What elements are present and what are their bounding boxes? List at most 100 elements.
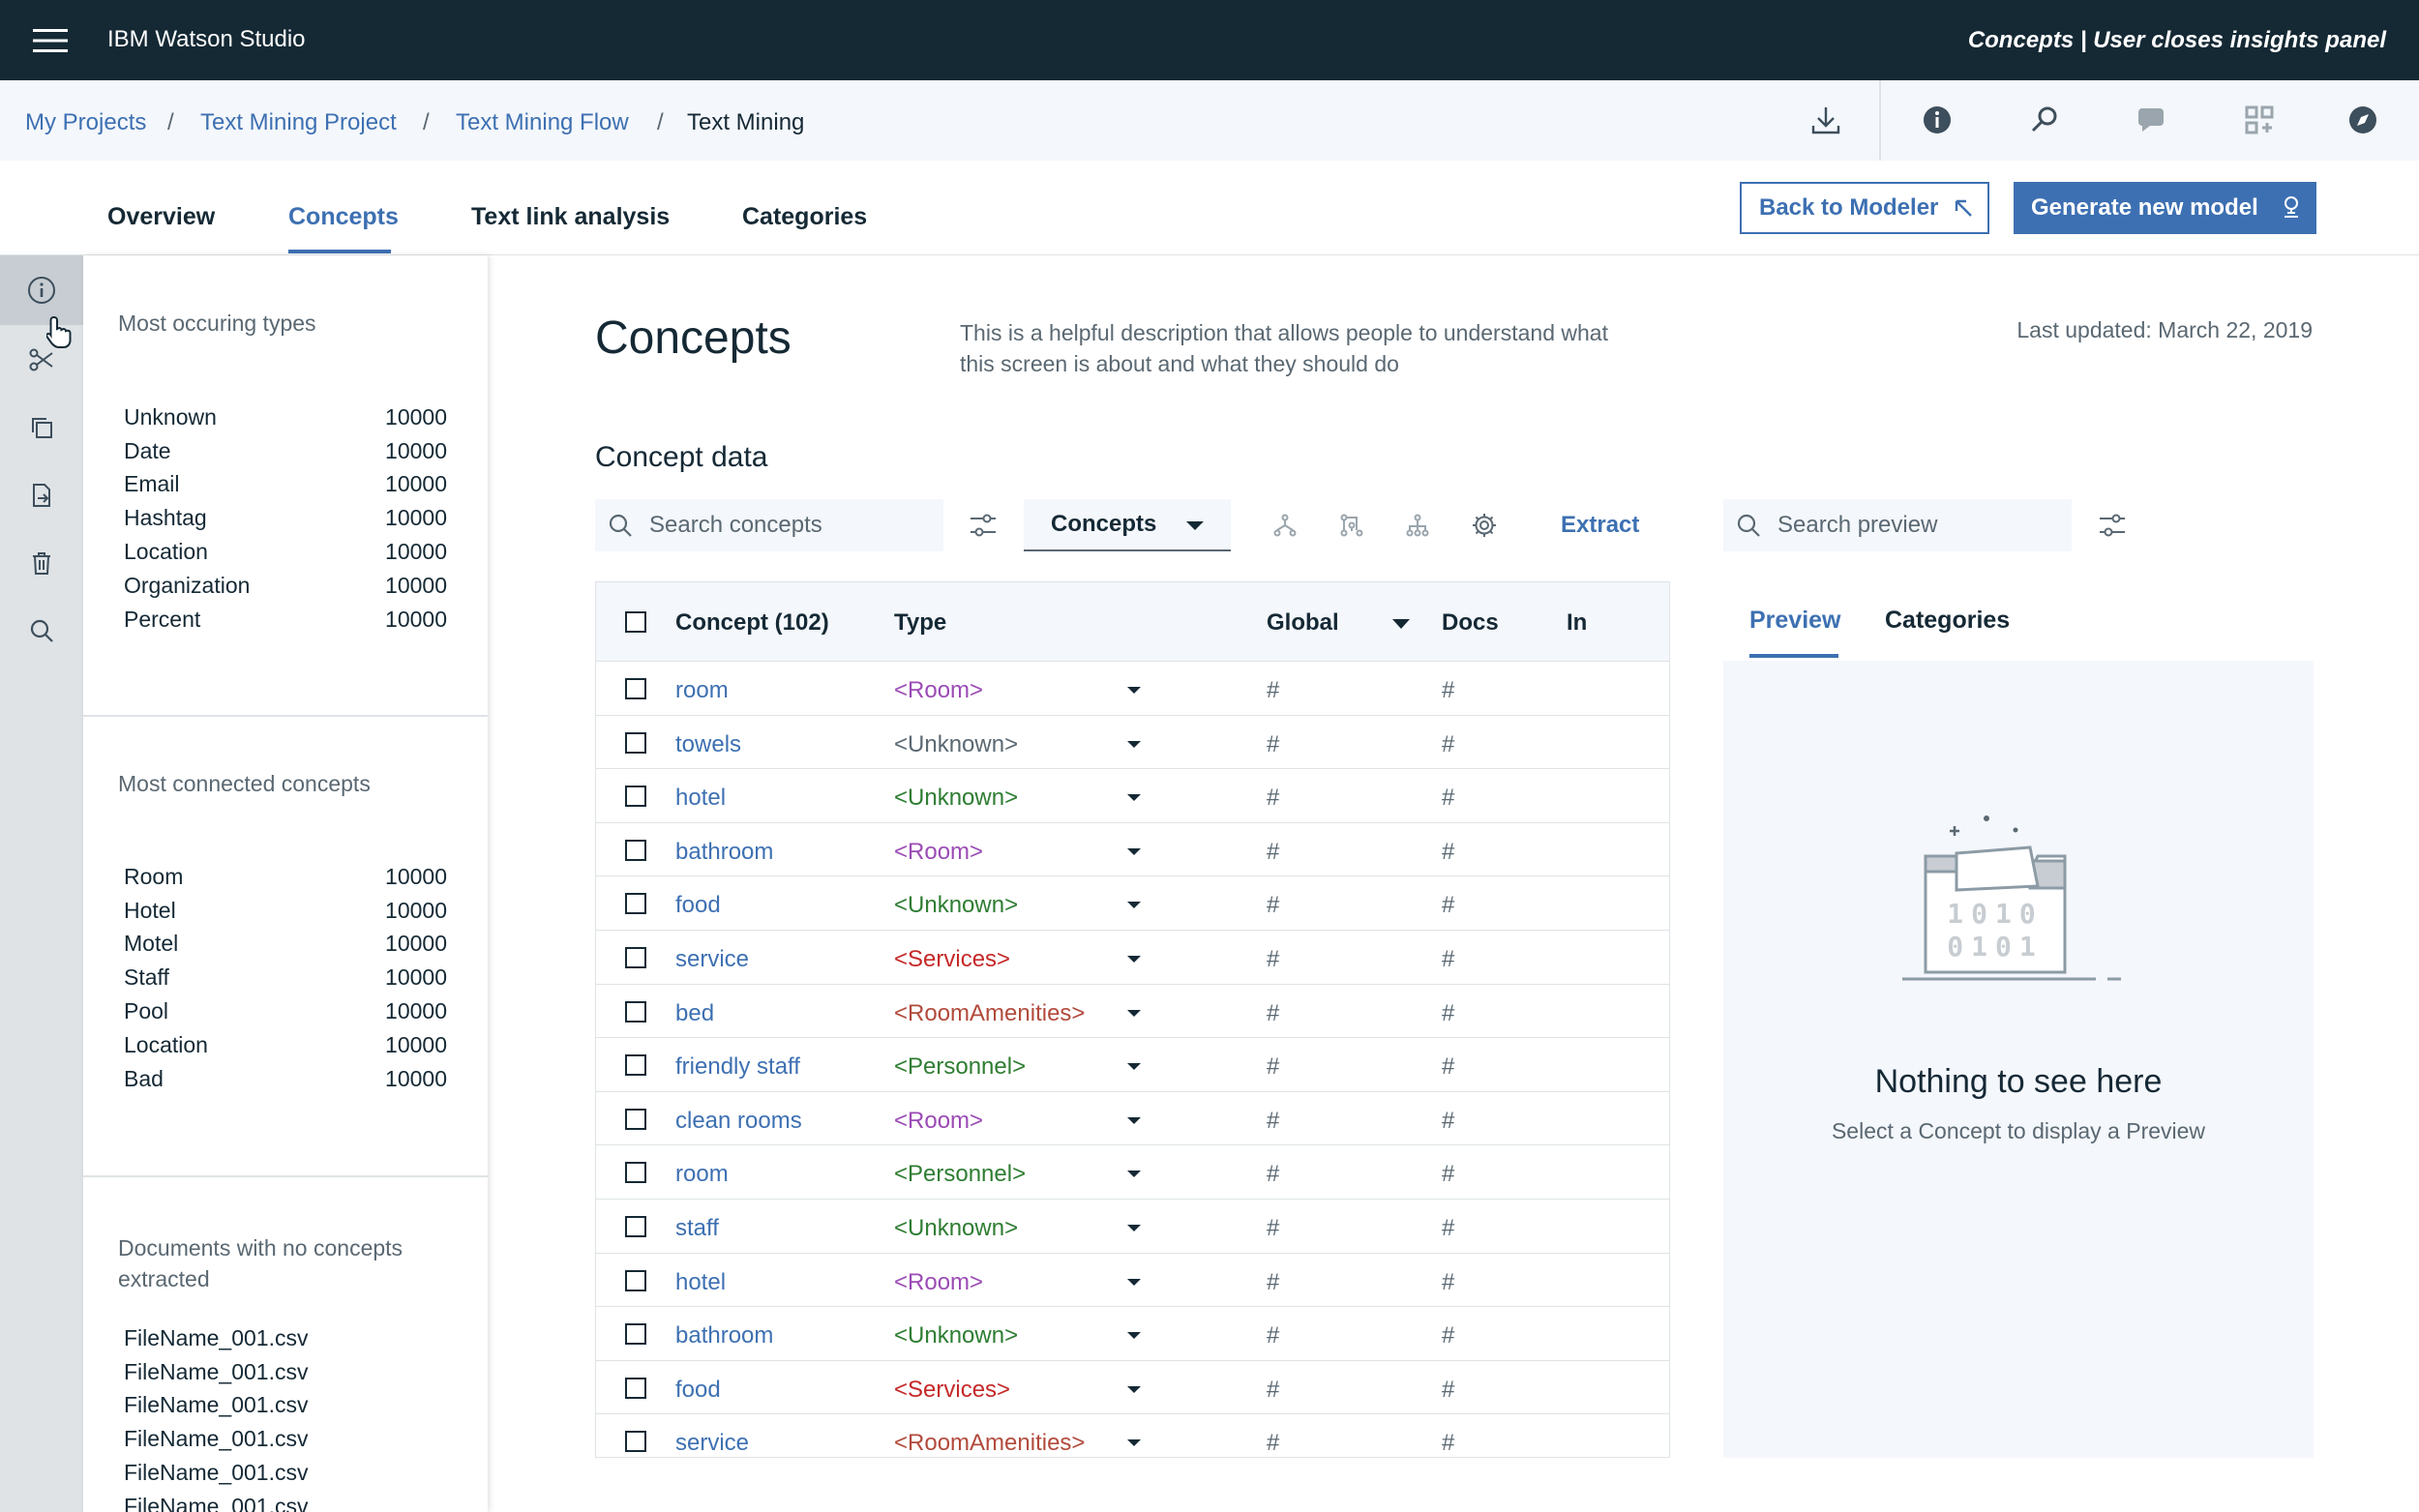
compass-icon[interactable] [2342,99,2384,141]
concept-link[interactable]: clean rooms [675,1108,802,1135]
row-checkbox[interactable] [625,1108,646,1130]
concept-link[interactable]: service [675,1430,749,1457]
type-value[interactable]: <Personnel> [894,1053,1026,1081]
type-dropdown-icon[interactable] [1127,847,1141,855]
file-item[interactable]: FileName_001.csv [124,1389,447,1423]
sort-caret-icon[interactable] [1392,619,1410,629]
concept-link[interactable]: friendly staff [675,1053,800,1081]
table-row[interactable]: bed <RoomAmenities> # # [596,985,1669,1039]
type-value[interactable]: <Services> [894,1377,1010,1404]
rail-search-button[interactable] [0,596,83,666]
table-row[interactable]: food <Services> # # [596,1361,1669,1415]
hierarchy-icon[interactable] [1335,509,1368,542]
extract-button[interactable]: Extract [1561,512,1639,539]
table-row[interactable]: clean rooms <Room> # # [596,1092,1669,1146]
concept-link[interactable]: bathroom [675,1322,773,1349]
type-dropdown-icon[interactable] [1127,687,1141,694]
row-checkbox[interactable] [625,786,646,808]
concept-link[interactable]: hotel [675,785,726,812]
download-icon[interactable] [1805,99,1847,141]
table-row[interactable]: towels <Unknown> # # [596,716,1669,770]
file-item[interactable]: FileName_001.csv [124,1456,447,1490]
table-row[interactable]: hotel <Room> # # [596,1254,1669,1308]
table-row[interactable]: service <RoomAmenities> # # [596,1414,1669,1457]
row-checkbox[interactable] [625,678,646,699]
file-item[interactable]: FileName_001.csv [124,1321,447,1355]
row-checkbox[interactable] [625,1216,646,1237]
type-dropdown-icon[interactable] [1127,1171,1141,1178]
rail-cut-button[interactable] [0,325,83,395]
breadcrumb-my-projects[interactable]: My Projects [25,109,146,136]
row-checkbox[interactable] [625,1431,646,1453]
table-row[interactable]: service <Services> # # [596,931,1669,985]
column-header-global[interactable]: Global [1267,609,1339,637]
row-checkbox[interactable] [625,1054,646,1077]
tab-text-link-analysis[interactable]: Text link analysis [471,203,670,231]
concepts-dropdown[interactable]: Concepts [1024,499,1231,551]
filter-settings-icon[interactable] [967,509,1000,542]
concept-link[interactable]: service [675,946,749,973]
type-value[interactable]: <Unknown> [894,785,1018,812]
table-row[interactable]: staff <Unknown> # # [596,1200,1669,1254]
type-dropdown-icon[interactable] [1127,1385,1141,1393]
type-dropdown-icon[interactable] [1127,1009,1141,1017]
select-all-checkbox[interactable] [625,611,646,633]
layout-icon[interactable] [2238,99,2281,141]
type-value[interactable]: <Room> [894,677,983,704]
table-row[interactable]: bathroom <Unknown> # # [596,1307,1669,1361]
tab-concepts[interactable]: Concepts [288,203,399,231]
tab-overview[interactable]: Overview [107,203,215,231]
rail-delete-button[interactable] [0,528,83,598]
file-item[interactable]: FileName_001.csv [124,1355,447,1389]
column-header-docs[interactable]: Docs [1442,609,1499,637]
concept-link[interactable]: room [675,677,729,704]
concept-link[interactable]: bathroom [675,839,773,866]
concept-link[interactable]: staff [675,1215,719,1242]
concept-link[interactable]: towels [675,731,741,758]
rail-document-button[interactable] [0,460,83,530]
hamburger-menu-icon[interactable] [33,27,68,54]
type-dropdown-icon[interactable] [1127,740,1141,748]
row-checkbox[interactable] [625,893,646,915]
table-row[interactable]: hotel <Unknown> # # [596,769,1669,823]
breadcrumb-text-mining-flow[interactable]: Text Mining Flow [456,109,629,136]
type-value[interactable]: <Room> [894,839,983,866]
table-row[interactable]: friendly staff <Personnel> # # [596,1038,1669,1092]
tab-categories[interactable]: Categories [742,203,867,231]
concept-link[interactable]: food [675,892,721,919]
type-dropdown-icon[interactable] [1127,902,1141,909]
rail-copy-button[interactable] [0,393,83,462]
column-header-type[interactable]: Type [894,609,946,637]
type-value[interactable]: <Unknown> [894,1215,1018,1242]
tab-preview[interactable]: Preview [1749,607,1841,635]
type-value[interactable]: <Personnel> [894,1161,1026,1188]
chat-icon[interactable] [2131,99,2173,141]
row-checkbox[interactable] [625,1377,646,1399]
file-item[interactable]: FileName_001.csv [124,1490,447,1512]
row-checkbox[interactable] [625,1269,646,1291]
type-dropdown-icon[interactable] [1127,794,1141,802]
search-preview-input[interactable]: Search preview [1723,499,2072,551]
table-row[interactable]: bathroom <Room> # # [596,823,1669,877]
row-checkbox[interactable] [625,947,646,968]
type-value[interactable]: <Unknown> [894,892,1018,919]
row-checkbox[interactable] [625,1162,646,1184]
type-value[interactable]: <Room> [894,1108,983,1135]
type-value[interactable]: <Services> [894,946,1010,973]
column-header-in[interactable]: In [1567,609,1587,637]
table-row[interactable]: food <Unknown> # # [596,876,1669,931]
type-dropdown-icon[interactable] [1127,1063,1141,1071]
tab-preview-categories[interactable]: Categories [1885,607,2010,635]
row-checkbox[interactable] [625,1323,646,1346]
type-value[interactable]: <Unknown> [894,731,1018,758]
tree-icon[interactable] [1401,509,1434,542]
type-dropdown-icon[interactable] [1127,1278,1141,1286]
concept-link[interactable]: food [675,1377,721,1404]
row-checkbox[interactable] [625,731,646,754]
concept-link[interactable]: room [675,1161,729,1188]
type-value[interactable]: <RoomAmenities> [894,1430,1085,1457]
generate-new-model-button[interactable]: Generate new model [2014,182,2316,234]
settings-gear-icon[interactable] [1468,509,1501,542]
table-row[interactable]: room <Personnel> # # [596,1145,1669,1200]
concept-link[interactable]: hotel [675,1269,726,1296]
